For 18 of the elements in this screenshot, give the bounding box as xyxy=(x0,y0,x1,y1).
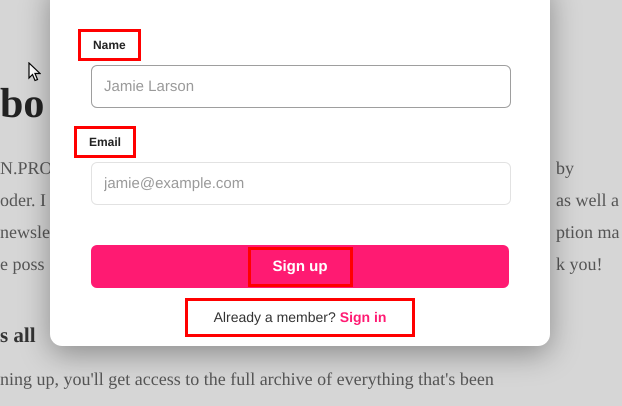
page-heading: bo xyxy=(0,84,44,124)
signin-link[interactable]: Sign in xyxy=(340,307,386,328)
cursor-icon xyxy=(28,62,41,82)
body-text: k you! xyxy=(556,252,604,276)
body-text: by xyxy=(556,156,575,180)
body-text: ption ma xyxy=(556,220,620,244)
signup-button[interactable]: Sign up xyxy=(91,245,509,288)
body-text: as well a xyxy=(556,188,620,212)
field-label: Email xyxy=(89,135,122,149)
field-label: Name xyxy=(93,38,126,52)
body-text: oder. I xyxy=(0,188,46,212)
member-prompt: Already a member? xyxy=(214,308,336,327)
input-field[interactable]: Jamie Larson xyxy=(91,65,511,108)
button-label: Sign up xyxy=(272,258,328,274)
body-text: ning up, you'll get access to the full archive of everything that's been xyxy=(0,368,494,391)
body-text: e poss xyxy=(0,252,44,276)
body-text: newsle xyxy=(0,220,50,244)
section-heading: s all xyxy=(0,322,36,349)
